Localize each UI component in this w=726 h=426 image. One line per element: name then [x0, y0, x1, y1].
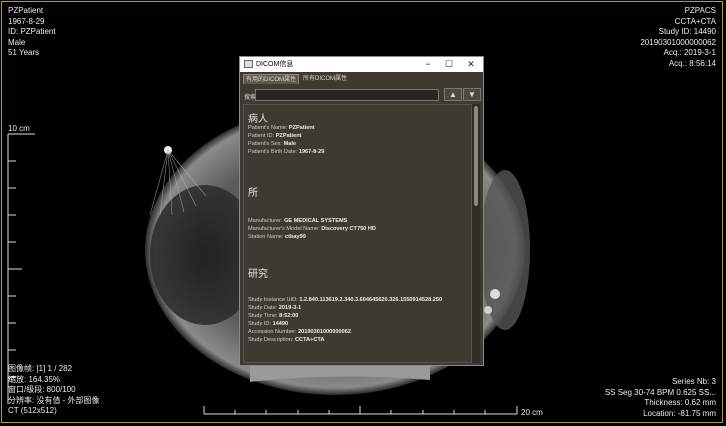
- slice-thickness: Thickness: 0.62 mm: [644, 398, 716, 407]
- scrollbar-thumb[interactable]: [474, 106, 478, 206]
- search-next-button[interactable]: ▼: [463, 88, 481, 101]
- overlay-top-left: PZPatient 1967-8-29 ID: PZPatient Male 5…: [8, 6, 56, 59]
- attr-row: Study Instance UID: 1.2.840.113619.2.340…: [248, 297, 443, 303]
- attr-row: Accession Number: 20190301000000062: [248, 329, 351, 335]
- series-description: SS Seg 30-74 BPM 0.625 SS...: [604, 387, 716, 397]
- attr-row: Patient's Birth Date: 1967-8-29: [248, 149, 325, 155]
- dialog-title: DICOM信息: [256, 61, 294, 68]
- attributes-scrollbar[interactable]: [472, 104, 480, 363]
- attr-row: Study ID: 14490: [248, 321, 289, 327]
- app-window-icon: [244, 60, 253, 68]
- patient-name: PZPatient: [8, 6, 44, 15]
- attr-row: Manufacturer: GE MEDICAL SYSTEMS: [248, 218, 348, 224]
- vertical-scale-label: 10 cm: [8, 124, 30, 133]
- slice-location: Location: -81.75 mm: [643, 408, 716, 418]
- attr-row: Study Time: 8:52:00: [248, 313, 299, 319]
- attr-row: Patient ID: PZPatient: [248, 133, 302, 139]
- window-level: 窗口/级段: 800/100: [8, 385, 76, 394]
- resolution: 分辨率: 没有值 - 外部图像: [8, 395, 100, 405]
- horizontal-scale-label: 20 cm: [521, 408, 543, 417]
- attr-row: Study Description: CCTA+CTA: [248, 337, 325, 343]
- dicom-attributes-panel[interactable]: 病人 Patient's Name: PZPatient Patient ID:…: [243, 104, 472, 363]
- attr-row: Patient's Name: PZPatient: [248, 125, 315, 131]
- attr-row: Manufacturer's Model Name: Discovery CT7…: [248, 226, 376, 232]
- institution: PZPACS: [684, 6, 716, 15]
- modality-matrix: CT (512x512): [8, 406, 57, 415]
- study-description: CCTA+CTA: [674, 16, 716, 26]
- series-number: Series Nb: 3: [671, 377, 716, 386]
- tab-useful-dicom-attributes[interactable]: 有用的DICOM属性: [243, 74, 299, 84]
- accession-number: 20190301000000062: [640, 37, 716, 47]
- section-heading-study: 研究: [248, 269, 268, 280]
- section-heading-patient: 病人: [248, 114, 268, 125]
- overlay-top-right: PZPACS CCTA+CTA Study ID: 14490 20190301…: [640, 6, 716, 69]
- attr-row: Station Name: ctbay99: [248, 234, 306, 240]
- patient-sex: Male: [8, 37, 26, 47]
- overlay-bottom-left: 图像帧: [1] 1 / 282 缩放: 164.35% 窗口/级段: 800/…: [8, 364, 100, 417]
- minimize-button[interactable]: −: [420, 58, 436, 70]
- maximize-button[interactable]: ☐: [441, 58, 457, 70]
- close-button[interactable]: ✕: [463, 58, 479, 70]
- dialog-titlebar[interactable]: DICOM信息 − ☐ ✕: [240, 57, 483, 72]
- search-previous-button[interactable]: ▲: [444, 88, 462, 101]
- zoom-level: 缩放: 164.35%: [8, 374, 61, 384]
- attr-row: Study Date: 2019-3-1: [248, 305, 302, 311]
- overlay-bottom-right: Series Nb: 3 SS Seg 30-74 BPM 0.625 SS..…: [605, 377, 716, 419]
- tab-all-dicom-attributes[interactable]: 所有DICOM属性: [301, 74, 349, 84]
- patient-birth-date: 1967-8-29: [8, 16, 45, 26]
- acquisition-date: Acq.: 2019-3-1: [663, 48, 716, 57]
- patient-age: 51 Years: [8, 48, 40, 57]
- attr-row: Patient's Sex: Male: [248, 141, 297, 147]
- image-frame-counter: 图像帧: [1] 1 / 282: [8, 364, 73, 373]
- patient-id: ID: PZPatient: [8, 27, 56, 36]
- section-heading-institution: 所: [248, 188, 258, 199]
- acquisition-time: Acq.: 8:56:14: [668, 58, 716, 68]
- search-input[interactable]: [255, 89, 439, 101]
- dicom-info-dialog[interactable]: DICOM信息 − ☐ ✕ 有用的DICOM属性 所有DICOM属性 搜索: ▲…: [239, 56, 484, 366]
- study-id: Study ID: 14490: [658, 27, 716, 36]
